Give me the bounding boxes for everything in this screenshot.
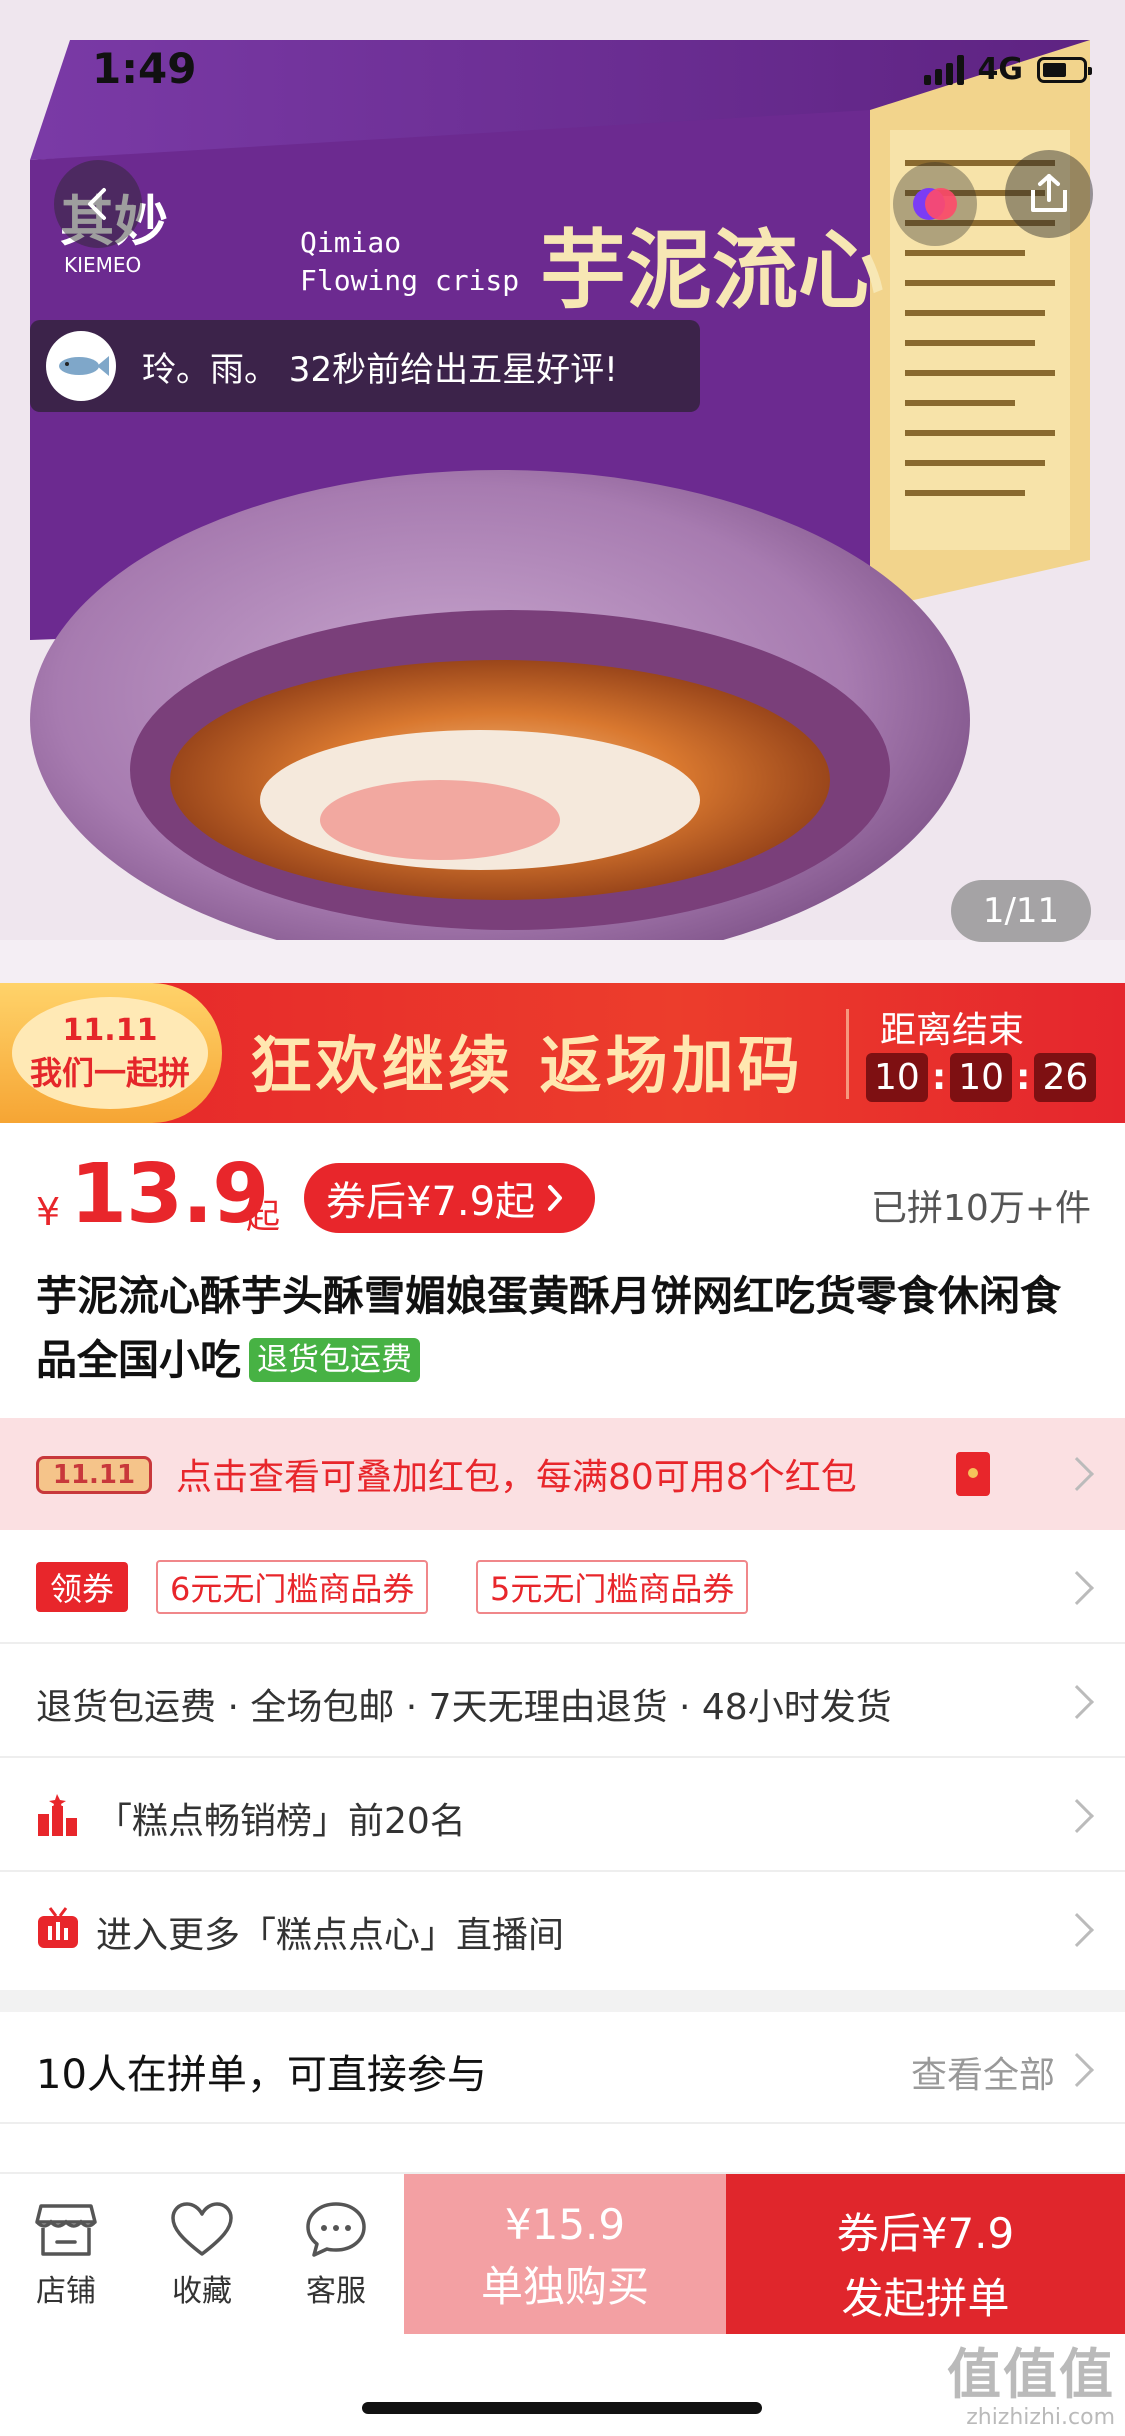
tab-favorite-label: 收藏 (172, 2274, 232, 2309)
coupon-chip[interactable]: 6元无门槛商品券 (156, 1560, 429, 1614)
promo-banner[interactable]: 11.11 我们一起拼 狂欢继续 返场加码 距离结束 10 : 10 : 26 (0, 983, 1125, 1123)
tab-customer-service-label: 客服 (306, 2274, 366, 2309)
price-row: ¥ 13.9 起 券后¥7.9起 已拼10万+件 (0, 1123, 1125, 1248)
countdown-hours: 10 (866, 1053, 928, 1102)
mini-app-switch-button[interactable] (893, 162, 977, 246)
chevron-right-icon (548, 1185, 563, 1211)
ranking-icon (38, 1794, 77, 1836)
red-packet-text: 点击查看可叠加红包，每满80可用8个红包 (176, 1457, 857, 1498)
share-button[interactable] (1005, 150, 1093, 238)
section-divider (0, 1990, 1125, 2012)
status-time: 1:49 (92, 44, 197, 93)
countdown-label: 距离结束 (880, 1010, 1025, 1051)
banner-divider (846, 1009, 849, 1099)
view-all-link[interactable]: 查看全部 (911, 2046, 1055, 2098)
group-buy-header: 10人在拼单，可直接参与 查看全部 (0, 2012, 1125, 2124)
claim-coupon-label: 领券 (36, 1562, 129, 1612)
heart-icon (171, 2202, 233, 2256)
fish-icon (59, 356, 109, 376)
chevron-right-icon (1060, 1685, 1094, 1719)
network-type: 4G (977, 52, 1024, 87)
price-suffix: 起 (246, 1197, 280, 1237)
countdown-timer: 10 : 10 : 26 (866, 1053, 1097, 1102)
avatar (46, 331, 116, 401)
group-buy-price: 券后¥7.9 (836, 2209, 1015, 2258)
status-icons: 4G (923, 52, 1092, 87)
sold-count: 已拼10万+件 (871, 1188, 1091, 1229)
product-image-carousel[interactable]: 其妙 KIEMEO Qimiao Flowing crisp 芋泥流心 1:49… (0, 0, 1125, 983)
coupon-row[interactable]: 领券 6元无门槛商品券 5元无门槛商品券 (0, 1530, 1125, 1644)
tab-store-label: 店铺 (36, 2274, 96, 2309)
live-tv-icon (38, 1907, 78, 1948)
currency-symbol: ¥ (36, 1190, 61, 1234)
product-photo: 其妙 KIEMEO Qimiao Flowing crisp 芋泥流心 (0, 0, 1125, 983)
product-title: 芋泥流心酥芋头酥雪媚娘蛋黄酥月饼网红吃货零食休闲食品全国小吃 退货包运费 (36, 1264, 1096, 1392)
group-buy-heading: 10人在拼单，可直接参与 (36, 2052, 487, 2098)
price-amount: 13.9 (70, 1147, 269, 1242)
chevron-right-icon (1060, 1571, 1094, 1605)
product-title-text: 芋泥流心酥芋头酥雪媚娘蛋黄酥月饼网红吃货零食休闲食品全国小吃 (36, 1272, 1061, 1384)
coupon-price-pill[interactable]: 券后¥7.9起 (304, 1163, 596, 1233)
chevron-left-icon (88, 188, 106, 220)
free-return-tag: 退货包运费 (249, 1338, 420, 1382)
buy-alone-price: ¥15.9 (504, 2200, 626, 2249)
service-guarantee-text: 退货包运费 · 全场包邮 · 7天无理由退货 · 48小时发货 (36, 1687, 892, 1728)
double-eleven-badge: 11.11 我们一起拼 (0, 983, 222, 1123)
watermark-main: 值值值 (947, 2343, 1115, 2406)
svg-text:芋泥流心: 芋泥流心 (540, 221, 884, 321)
countdown-seconds: 26 (1034, 1053, 1097, 1102)
red-packet-row[interactable]: 11.11 点击查看可叠加红包，每满80可用8个红包 (0, 1418, 1125, 1530)
chevron-right-icon (1060, 2053, 1094, 2087)
two-tone-circle-icon (913, 188, 957, 220)
promo-slogan: 狂欢继续 返场加码 (250, 1029, 804, 1102)
double-eleven-icon: 11.11 (36, 1456, 152, 1494)
tab-favorite[interactable]: 收藏 (142, 2202, 262, 2310)
tab-store[interactable]: 店铺 (6, 2202, 126, 2310)
countdown-minutes: 10 (950, 1053, 1013, 1102)
image-counter: 1/11 (951, 880, 1091, 942)
coupon-chip[interactable]: 5元无门槛商品券 (476, 1560, 749, 1614)
group-buy-label: 发起拼单 (841, 2274, 1010, 2323)
svg-text:KIEMEO: KIEMEO (64, 253, 141, 277)
chevron-right-icon (1060, 1799, 1094, 1833)
review-toast: 玲。雨。 32秒前给出五星好评! (30, 320, 700, 412)
chat-bubble-icon (306, 2202, 366, 2257)
watermark-sub: zhizhizhi.com (966, 2405, 1115, 2430)
live-room-text: 进入更多「糕点点心」直播间 (96, 1915, 565, 1956)
chevron-right-icon (1060, 1457, 1094, 1491)
ranking-row[interactable]: 「糕点畅销榜」前20名 (0, 1758, 1125, 1872)
svg-text:Qimiao: Qimiao (300, 226, 401, 259)
back-button[interactable] (54, 160, 142, 248)
store-icon (35, 2204, 97, 2256)
share-icon (1031, 174, 1067, 212)
red-envelope-icon (956, 1452, 990, 1496)
coupon-price-label: 券后¥7.9起 (326, 1179, 536, 1225)
battery-icon (1037, 56, 1092, 83)
ranking-text: 「糕点畅销榜」前20名 (96, 1801, 466, 1842)
chevron-right-icon (1060, 1913, 1094, 1947)
home-indicator[interactable] (362, 2402, 762, 2414)
service-guarantee-row[interactable]: 退货包运费 · 全场包邮 · 7天无理由退货 · 48小时发货 (0, 1644, 1125, 1758)
signal-icon (923, 54, 964, 85)
tab-customer-service[interactable]: 客服 (276, 2202, 396, 2310)
svg-text:Flowing crisp: Flowing crisp (300, 264, 519, 297)
live-room-row[interactable]: 进入更多「糕点点心」直播间 (0, 1872, 1125, 1986)
buy-alone-button[interactable]: ¥15.9 单独购买 (404, 2174, 726, 2334)
buy-alone-label: 单独购买 (480, 2262, 649, 2311)
review-toast-text: 玲。雨。 32秒前给出五星好评! (142, 349, 618, 390)
watermark: 值值值 zhizhizhi.com (947, 2330, 1115, 2430)
start-group-buy-button[interactable]: 券后¥7.9 发起拼单 (726, 2174, 1125, 2334)
